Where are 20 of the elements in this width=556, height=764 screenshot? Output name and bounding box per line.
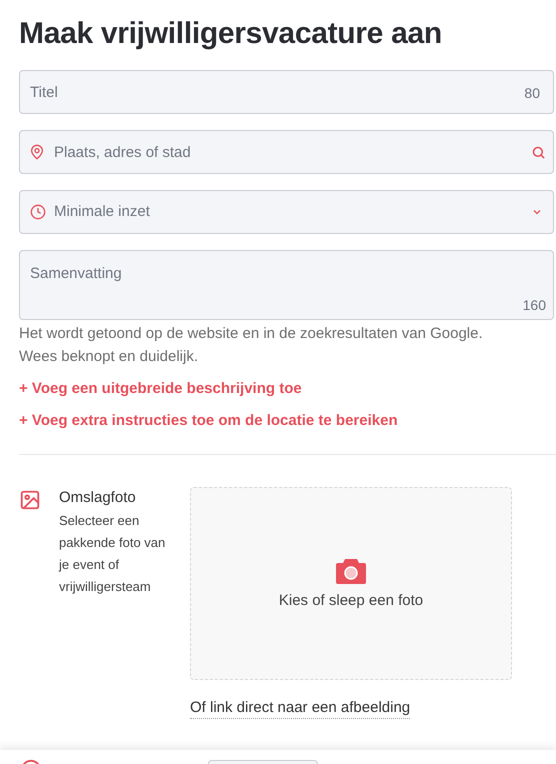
character-counter: 80 bbox=[524, 84, 540, 103]
location-pin-icon bbox=[29, 144, 45, 160]
image-icon bbox=[19, 489, 41, 511]
camera-icon bbox=[334, 556, 368, 586]
location-field[interactable]: Plaats, adres of stad bbox=[19, 130, 554, 174]
character-counter: 160 bbox=[522, 296, 546, 315]
help-text: Het wordt getoond op de website en in de zoekresultaten van Google. bbox=[19, 324, 484, 344]
clock-icon bbox=[30, 204, 46, 220]
search-icon[interactable] bbox=[531, 145, 546, 160]
image-link[interactable]: Of link direct naar een afbeelding bbox=[190, 697, 410, 719]
help-text: Wees beknopt en duidelijk. bbox=[19, 347, 200, 367]
dropzone-text: Kies of sleep een foto bbox=[278, 591, 424, 612]
commitment-select[interactable]: Minimale inzet bbox=[19, 190, 554, 234]
add-link[interactable]: + Voeg extra instructies toe om de locatie te bereiken bbox=[19, 410, 398, 432]
section-description: Selecteer een pakkende foto van je event of vrijwilligersteam bbox=[59, 512, 166, 596]
select-placeholder: Minimale inzet bbox=[54, 202, 151, 222]
add-link[interactable]: + Voeg een uitgebreide beschrijving toe bbox=[19, 378, 302, 400]
section-label: Omslagfoto bbox=[59, 488, 137, 508]
photo-dropzone[interactable]: Kies of sleep een foto bbox=[190, 487, 512, 680]
page-title: Maak vrijwilligersvacature aan bbox=[19, 16, 443, 52]
